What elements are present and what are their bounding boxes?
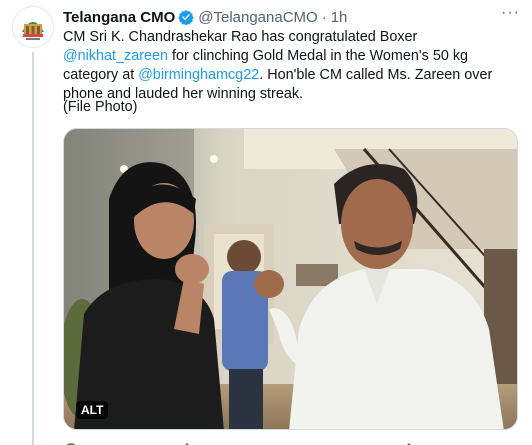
display-name[interactable]: Telangana CMO xyxy=(63,9,175,26)
tweet-note: (File Photo) xyxy=(63,99,138,115)
mention-link[interactable]: @birminghamcg22 xyxy=(138,67,259,83)
avatar[interactable] xyxy=(12,6,54,48)
tweet-text: CM Sri K. Chandrashekar Rao has congratu… xyxy=(63,28,523,104)
tweet[interactable]: Telangana CMO @TelanganaCMO · 1h ··· CM … xyxy=(0,0,532,445)
tweet-actions xyxy=(63,437,518,445)
tweet-photo[interactable]: ALT xyxy=(63,128,518,430)
thread-line xyxy=(32,52,34,445)
verified-badge-icon xyxy=(178,9,194,25)
alt-text-badge[interactable]: ALT xyxy=(76,401,109,419)
handle[interactable]: @TelanganaCMO xyxy=(198,9,317,26)
more-options-icon[interactable]: ··· xyxy=(501,4,520,22)
telangana-emblem-icon xyxy=(18,12,48,42)
mention-link[interactable]: @nikhat_zareen xyxy=(63,48,168,64)
tweet-header: Telangana CMO @TelanganaCMO · 1h ··· xyxy=(63,4,522,27)
separator-dot: · xyxy=(321,8,327,26)
tweet-text-part: CM Sri K. Chandrashekar Rao has congratu… xyxy=(63,29,418,45)
photo-image xyxy=(64,129,517,429)
timestamp[interactable]: 1h xyxy=(331,9,348,26)
